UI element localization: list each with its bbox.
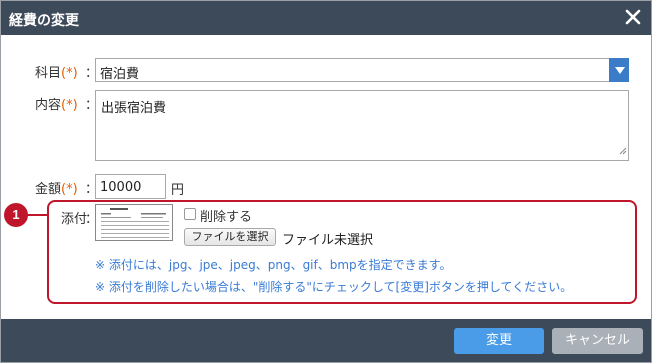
close-icon[interactable]	[623, 7, 643, 27]
subject-label: 科目(*)	[35, 66, 78, 81]
required-mark: (*)	[61, 182, 78, 197]
callout-highlight-frame	[47, 200, 637, 304]
subject-select[interactable]: 宿泊費	[95, 58, 629, 82]
chevron-down-icon[interactable]	[609, 58, 629, 82]
callout-connector	[27, 214, 47, 216]
cancel-button[interactable]: キャンセル	[552, 328, 643, 354]
content-label: 内容(*)	[35, 98, 78, 113]
dialog-titlebar: 経費の変更	[1, 1, 651, 35]
content-value: 出張宿泊費	[101, 101, 167, 116]
amount-unit: 円	[171, 183, 185, 198]
callout-badge: 1	[4, 203, 28, 227]
expense-edit-dialog: 経費の変更 科目(*) ： 宿泊費 内容(*) ： 出張宿泊費 金額(*) ： …	[0, 0, 652, 363]
amount-input[interactable]: 10000	[95, 174, 166, 199]
dialog-title: 経費の変更	[9, 13, 79, 29]
content-textarea[interactable]: 出張宿泊費	[95, 90, 629, 161]
subject-value: 宿泊費	[100, 67, 140, 82]
amount-value: 10000	[100, 180, 142, 195]
submit-button[interactable]: 変更	[454, 328, 544, 354]
amount-label: 金額(*)	[35, 182, 78, 197]
required-mark: (*)	[61, 98, 78, 113]
required-mark: (*)	[61, 66, 78, 81]
resize-grip-icon[interactable]	[619, 144, 627, 159]
